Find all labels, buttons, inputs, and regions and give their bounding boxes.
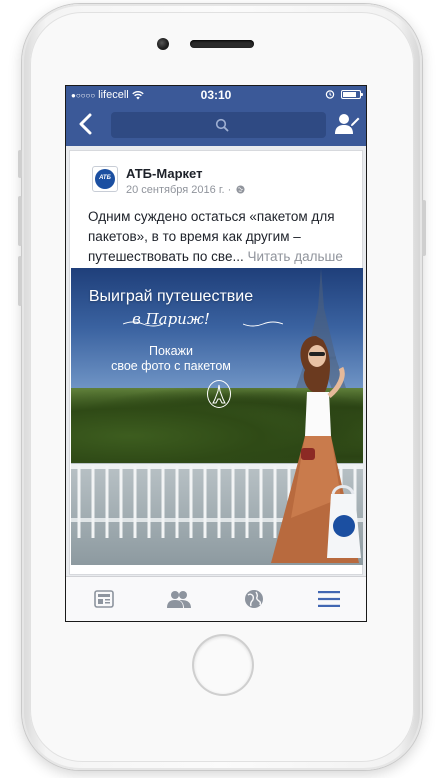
status-bar: ●○○○○ lifecell 03:10 xyxy=(66,86,366,104)
battery-level xyxy=(343,91,357,97)
tab-menu[interactable] xyxy=(291,577,366,621)
page-name-link[interactable]: АТБ-Маркет xyxy=(126,166,202,181)
page-avatar[interactable]: АТБ xyxy=(92,166,118,192)
feed-post: АТБ АТБ-Маркет 20 сентября 2016 г. · Одн… xyxy=(69,150,363,575)
volume-up-button xyxy=(18,196,22,246)
news-feed: АТБ АТБ-Маркет 20 сентября 2016 г. · Одн… xyxy=(66,146,366,579)
clock: 03:10 xyxy=(200,88,232,102)
eiffel-badge-icon xyxy=(207,380,231,408)
tab-news-feed[interactable] xyxy=(66,577,141,621)
mute-switch xyxy=(18,150,22,178)
alarm-icon xyxy=(325,90,335,99)
promo-subline-2: свое фото с пакетом xyxy=(111,359,231,373)
promo-subline-1: Покажи xyxy=(149,344,193,358)
globe-icon xyxy=(236,185,245,194)
search-icon xyxy=(215,118,229,132)
power-button xyxy=(422,200,426,256)
chevron-left-icon[interactable] xyxy=(76,112,96,136)
promo-script-line: в Париж! xyxy=(132,310,210,328)
friends-icon xyxy=(166,591,191,608)
logo-text: АТБ xyxy=(99,175,111,181)
top-navigation-bar xyxy=(66,104,366,146)
tab-notifications[interactable] xyxy=(216,577,291,621)
news-feed-icon xyxy=(93,590,114,608)
earpiece-speaker xyxy=(190,40,254,48)
post-message: Одним суждено остаться «пакетом для паке… xyxy=(88,207,354,267)
tab-friends[interactable] xyxy=(141,577,216,621)
post-photo[interactable]: Выиграй путешествие в Париж! Покажи свое… xyxy=(71,268,363,565)
menu-icon xyxy=(317,591,340,607)
bottom-tab-bar xyxy=(66,576,366,621)
post-timestamp[interactable]: 20 сентября 2016 г. · xyxy=(126,184,245,196)
promo-headline: Выиграй путешествие xyxy=(88,288,254,305)
front-camera xyxy=(157,38,169,50)
volume-down-button xyxy=(18,256,22,306)
atb-logo: АТБ xyxy=(95,169,115,189)
post-date-text: 20 сентября 2016 г. · xyxy=(126,184,235,196)
screen: ●○○○○ lifecell 03:10 АТБ АТБ-Маркет 20 с… xyxy=(65,85,367,622)
flourish-right-icon xyxy=(243,321,283,327)
globe-notifications-icon xyxy=(244,590,263,608)
home-button[interactable] xyxy=(194,636,252,694)
battery-icon xyxy=(341,89,363,99)
read-more-link[interactable]: Читать дальше xyxy=(244,249,342,264)
promo-subline: Покажи свое фото с пакетом xyxy=(71,344,271,374)
photo-woman xyxy=(271,336,361,563)
search-bar[interactable] xyxy=(111,112,326,138)
friend-requests-icon[interactable] xyxy=(334,112,360,136)
